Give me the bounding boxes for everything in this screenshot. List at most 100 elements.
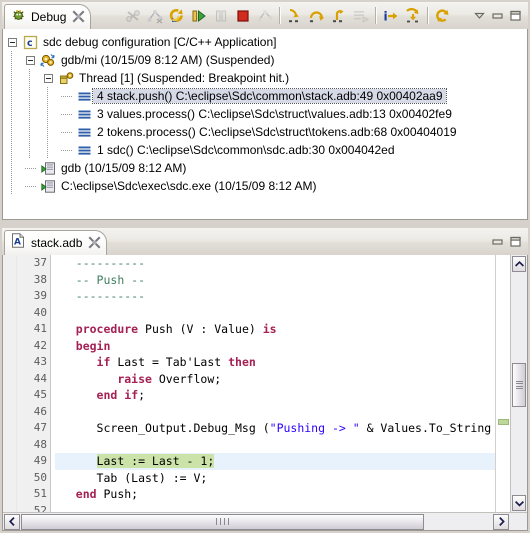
debug-tree[interactable]: c sdc debug configuration [C/C++ Applicat…	[2, 29, 528, 220]
code-line[interactable]: begin	[55, 338, 495, 355]
step-into-button[interactable]	[284, 5, 306, 26]
tree-indent	[3, 123, 21, 141]
code-token: if	[124, 388, 139, 402]
tree-indent	[39, 105, 57, 123]
debug-current-instruction-marker[interactable]	[498, 419, 509, 425]
view-menu-button[interactable]	[470, 7, 488, 25]
vertical-scroll-thumb[interactable]	[512, 363, 526, 407]
annotation-ruler[interactable]	[3, 255, 17, 512]
horizontal-scroll-track[interactable]	[21, 513, 492, 530]
step-over-button[interactable]	[306, 5, 328, 26]
instruction-stepping-button[interactable]: i	[380, 5, 402, 26]
tree-collapse-toggle[interactable]	[21, 51, 39, 69]
tree-guide-line	[47, 87, 48, 105]
step-return-button[interactable]	[328, 5, 350, 26]
tree-guide-line	[11, 123, 12, 141]
tree-guide-line	[61, 96, 72, 97]
horizontal-scroll-thumb[interactable]	[21, 513, 424, 530]
gdb-icon	[39, 51, 57, 69]
use-step-filters-button[interactable]	[402, 5, 424, 26]
tree-collapse-toggle[interactable]	[39, 69, 57, 87]
vertical-scroll-track[interactable]	[512, 273, 526, 494]
disconnect2-button[interactable]	[254, 5, 276, 26]
code-token: Screen_Output.Debug_Msg (	[55, 421, 270, 435]
reconnect-button[interactable]	[432, 5, 454, 26]
overview-ruler[interactable]	[495, 255, 510, 512]
gdb-process-node-label: gdb (10/15/09 8:12 AM)	[61, 161, 187, 175]
code-line[interactable]: end if;	[55, 387, 495, 404]
line-number: 39	[33, 289, 47, 302]
chevron-down-icon[interactable]	[512, 495, 526, 511]
stack-frame-icon	[75, 87, 93, 105]
exec-process-node[interactable]: C:\eclipse\Sdc\exec\sdc.exe (10/15/09 8:…	[3, 177, 527, 195]
editor-vertical-scrollbar[interactable]	[510, 255, 527, 512]
code-line[interactable]: procedure Push (V : Value) is	[55, 321, 495, 338]
drop-to-frame-button[interactable]	[350, 5, 372, 26]
minus-box-icon[interactable]	[7, 37, 17, 47]
remove-all-terminated-button[interactable]	[144, 5, 166, 26]
gdb-process-node[interactable]: gdb (10/15/09 8:12 AM)	[3, 159, 527, 177]
code-line[interactable]: ----------	[55, 255, 495, 272]
code-line[interactable]: Last := Last - 1;	[55, 453, 495, 470]
code-line[interactable]	[55, 503, 495, 513]
maximize-icon[interactable]	[506, 233, 524, 251]
tree-indent	[21, 123, 39, 141]
code-line[interactable]	[55, 305, 495, 322]
disconnect-button[interactable]	[122, 5, 144, 26]
code-line[interactable]: ----------	[55, 288, 495, 305]
editor-horizontal-scrollbar[interactable]	[3, 512, 527, 530]
resume-button[interactable]	[188, 5, 210, 26]
tree-indent	[39, 87, 57, 105]
tab-stack-adb[interactable]: A stack.adb	[4, 230, 108, 255]
tree-guide-line	[29, 105, 30, 123]
code-line[interactable]: -- Push --	[55, 272, 495, 289]
code-line[interactable]: raise Overflow;	[55, 371, 495, 388]
stack-frame-4-label: 4 stack.push() C:\eclipse\Sdc\common\sta…	[92, 88, 447, 104]
close-icon[interactable]	[88, 236, 102, 250]
eclipse-debug-perspective: Debug i c sdc debug configuration [C/C++…	[0, 0, 530, 533]
code-token: is	[262, 322, 277, 336]
code-line[interactable]: if Last = Tab'Last then	[55, 354, 495, 371]
code-line[interactable]	[55, 437, 495, 454]
launch-config-node[interactable]: c sdc debug configuration [C/C++ Applicat…	[3, 33, 527, 51]
close-icon[interactable]	[72, 10, 86, 24]
tree-guide-line	[11, 141, 12, 159]
thread-node[interactable]: Thread [1] (Suspended: Breakpoint hit.)	[3, 69, 527, 87]
terminate-button[interactable]	[232, 5, 254, 26]
restart-button[interactable]	[166, 5, 188, 26]
stack-frame-4[interactable]: 4 stack.push() C:\eclipse\Sdc\common\sta…	[3, 87, 527, 105]
chevron-right-icon[interactable]	[493, 513, 509, 530]
code-line[interactable]: end Push;	[55, 486, 495, 503]
stack-frame-3[interactable]: 3 values.process() C:\eclipse\Sdc\struct…	[3, 105, 527, 123]
stack-frame-icon	[75, 123, 93, 141]
maximize-icon[interactable]	[506, 7, 524, 25]
tree-collapse-toggle[interactable]	[3, 33, 21, 51]
debug-view-tabstrip: Debug i	[2, 2, 528, 30]
minimize-icon[interactable]	[488, 7, 506, 25]
stack-frame-1[interactable]: 1 sdc() C:\eclipse\Sdc\common\sdc.adb:30…	[3, 141, 527, 159]
source-code-text[interactable]: ---------- -- Push -- ---------- procedu…	[51, 255, 495, 512]
suspend-button[interactable]	[210, 5, 232, 26]
minimize-icon[interactable]	[488, 233, 506, 251]
chevron-up-icon[interactable]	[512, 256, 526, 272]
stack-frame-2[interactable]: 2 tokens.process() C:\eclipse\Sdc\struct…	[3, 123, 527, 141]
code-line[interactable]	[55, 404, 495, 421]
stack-frame-icon	[75, 141, 93, 159]
editor-view: A stack.adb 37 38 39 40 41 42 43 44 45 4…	[2, 228, 528, 531]
code-line[interactable]: Screen_Output.Debug_Msg ("Pushing -> " &…	[55, 420, 495, 437]
debugger-node[interactable]: gdb/mi (10/15/09 8:12 AM) (Suspended)	[3, 51, 527, 69]
tree-guide-line	[61, 132, 72, 133]
code-token: Push (V : Value)	[138, 322, 263, 336]
code-line[interactable]: Tab (Last) := V;	[55, 470, 495, 487]
chevron-left-icon[interactable]	[4, 513, 20, 530]
minus-box-icon[interactable]	[25, 55, 35, 65]
tab-debug[interactable]: Debug	[4, 4, 92, 29]
code-token: begin	[75, 338, 111, 353]
line-number: 37	[33, 256, 47, 269]
code-token: raise	[117, 371, 152, 386]
minus-box-icon[interactable]	[43, 73, 53, 83]
line-number: 51	[33, 487, 47, 500]
